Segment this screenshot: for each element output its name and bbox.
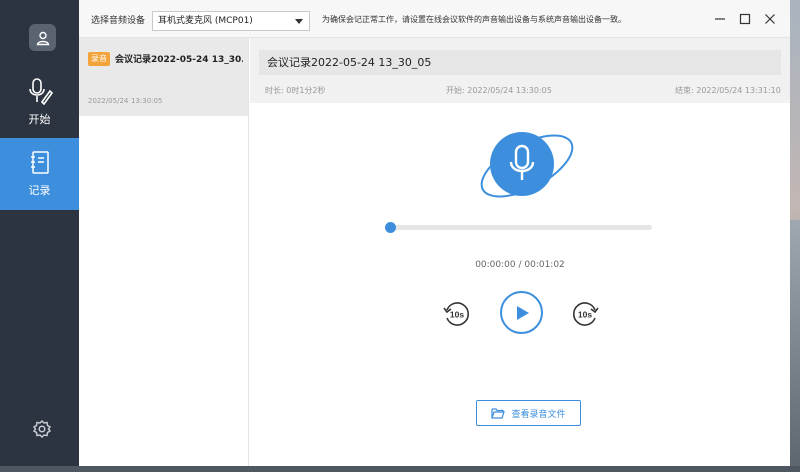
sidebar-item-record[interactable]: 记录 xyxy=(0,138,79,210)
audio-device-select[interactable]: 耳机式麦克风 (MCP01) xyxy=(152,11,310,31)
play-icon xyxy=(516,305,529,320)
topbar: 选择音频设备 耳机式麦克风 (MCP01) 为确保会记正常工作，请设置在线会议软… xyxy=(79,0,790,38)
forward-10s-button[interactable]: 10s xyxy=(571,299,601,329)
rewind-10s-button[interactable]: 10s xyxy=(441,299,471,329)
settings-button[interactable] xyxy=(32,419,52,439)
maximize-button[interactable] xyxy=(738,12,752,26)
playback-time: 00:00:00 / 00:01:02 xyxy=(475,260,565,270)
list-item[interactable]: 录音 会议记录2022-05-24 13_30... 2022/05/24 13… xyxy=(79,38,248,116)
rewind-icon: 10s xyxy=(443,302,469,326)
notebook-icon xyxy=(30,151,49,174)
start-time-text: 开始: 2022/05/24 13:30:05 xyxy=(446,86,552,95)
end-time-text: 结束: 2022/05/24 13:31:10 xyxy=(675,86,781,95)
maximize-icon xyxy=(739,13,751,25)
mic-illustration xyxy=(470,126,580,206)
detail-header: 会议记录2022-05-24 13_30_05 时长: 0时1分2秒 开始: 2… xyxy=(250,38,790,103)
audio-device-value: 耳机式麦克风 (MCP01) xyxy=(158,16,253,26)
user-icon xyxy=(36,31,49,45)
sidebar-item-start[interactable]: 开始 xyxy=(0,66,79,138)
gear-icon xyxy=(32,419,52,439)
desktop-wallpaper-bottom xyxy=(0,466,800,472)
record-detail: 会议记录2022-05-24 13_30_05 时长: 0时1分2秒 开始: 2… xyxy=(250,38,790,466)
record-list: 录音 会议记录2022-05-24 13_30... 2022/05/24 13… xyxy=(79,38,249,466)
mic-edit-icon xyxy=(28,78,53,105)
close-button[interactable] xyxy=(763,12,777,26)
sidebar-item-label: 开始 xyxy=(28,113,51,126)
record-title: 会议记录2022-05-24 13_30_05 xyxy=(259,50,781,75)
duration-text: 时长: 0时1分2秒 xyxy=(265,86,326,95)
open-recording-file-label: 查看录音文件 xyxy=(511,409,566,420)
device-notice: 为确保会记正常工作，请设置在线会议软件的声音输出设备与系统声音输出设备一致。 xyxy=(322,15,626,24)
forward-label: 10s xyxy=(578,310,592,320)
list-item-date: 2022/05/24 xyxy=(88,97,129,105)
record-type-badge: 录音 xyxy=(88,52,110,66)
app-window: 开始 记录 选择音频设备 耳机式麦克风 (MCP01) 为确保会记正常工作，请设… xyxy=(0,0,790,466)
open-recording-file-button[interactable]: 查看录音文件 xyxy=(476,400,581,426)
avatar[interactable] xyxy=(29,24,56,51)
progress-handle[interactable] xyxy=(385,222,396,233)
forward-icon: 10s xyxy=(573,302,599,326)
list-item-title: 会议记录2022-05-24 13_30... xyxy=(115,55,243,65)
close-icon xyxy=(765,14,775,24)
chevron-down-icon xyxy=(295,19,303,24)
play-button[interactable] xyxy=(500,291,543,334)
playback-progress[interactable] xyxy=(385,222,652,233)
sidebar-item-label: 记录 xyxy=(28,184,51,197)
sidebar: 开始 记录 xyxy=(0,0,79,466)
list-item-time: 13:30:05 xyxy=(131,97,163,105)
desktop-wallpaper xyxy=(790,220,800,472)
rewind-label: 10s xyxy=(450,310,464,320)
minimize-icon xyxy=(715,18,725,20)
folder-open-icon xyxy=(491,408,506,419)
microphone-icon xyxy=(480,132,574,198)
minimize-button[interactable] xyxy=(713,12,727,26)
device-select-label: 选择音频设备 xyxy=(91,16,146,26)
